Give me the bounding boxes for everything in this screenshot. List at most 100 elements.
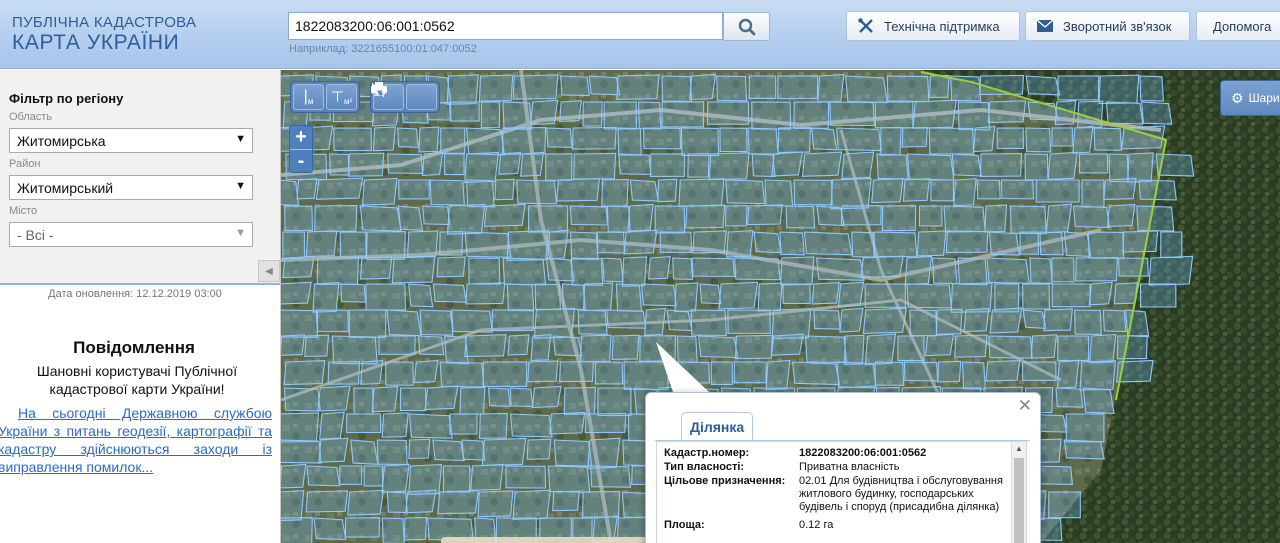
parcel-outline[interactable] bbox=[381, 463, 410, 493]
parcel-outline[interactable] bbox=[527, 360, 559, 383]
parcel-outline[interactable] bbox=[601, 178, 629, 207]
parcel-outline[interactable] bbox=[359, 205, 402, 232]
parcel-outline[interactable] bbox=[840, 205, 882, 226]
parcel-outline[interactable] bbox=[881, 205, 917, 232]
parcel-outline[interactable] bbox=[548, 411, 586, 435]
parcel-outline[interactable] bbox=[283, 387, 321, 412]
parcel-outline[interactable] bbox=[353, 387, 374, 415]
parcel-outline[interactable] bbox=[450, 101, 480, 122]
parcel-outline[interactable] bbox=[327, 360, 361, 385]
parcel-outline[interactable] bbox=[1057, 335, 1090, 362]
parcel-outline[interactable] bbox=[1079, 360, 1117, 391]
parcel-outline[interactable] bbox=[559, 100, 583, 122]
parcel-outline[interactable] bbox=[281, 463, 307, 489]
parcel-outline[interactable] bbox=[552, 490, 580, 512]
parcel-outline[interactable] bbox=[1045, 203, 1073, 234]
parcel-outline[interactable] bbox=[950, 282, 993, 313]
parcel-outline[interactable] bbox=[1057, 75, 1100, 101]
parcel-outline[interactable] bbox=[666, 309, 693, 332]
parcel-outline[interactable] bbox=[506, 230, 549, 262]
parcel-outline[interactable] bbox=[317, 385, 351, 412]
parcel-outline[interactable] bbox=[902, 178, 931, 202]
scrollbar-thumb[interactable] bbox=[1014, 458, 1024, 543]
zoom-in-button[interactable]: + bbox=[290, 126, 312, 149]
parcel-outline[interactable] bbox=[306, 465, 341, 487]
parcel-outline[interactable] bbox=[439, 231, 464, 256]
parcel-outline[interactable] bbox=[621, 256, 648, 287]
parcel-outline[interactable] bbox=[690, 309, 727, 337]
notice-link[interactable]: На сьогодні Державною службою України з … bbox=[0, 404, 272, 476]
parcel-outline[interactable] bbox=[680, 127, 720, 157]
parcel-outline[interactable] bbox=[594, 361, 624, 385]
parcel-outline[interactable] bbox=[616, 74, 660, 100]
parcel-outline[interactable] bbox=[391, 256, 436, 284]
parcel-outline[interactable] bbox=[874, 361, 905, 386]
parcel-outline[interactable] bbox=[545, 153, 573, 181]
parcel-outline[interactable] bbox=[751, 101, 792, 130]
parcel-outline[interactable] bbox=[678, 178, 725, 207]
parcel-outline[interactable] bbox=[718, 281, 759, 310]
parcel-outline[interactable] bbox=[1022, 283, 1051, 310]
parcel-outline[interactable] bbox=[305, 490, 349, 513]
parcel-outline[interactable] bbox=[1107, 204, 1136, 227]
parcel-outline[interactable] bbox=[830, 177, 872, 210]
parcel-outline[interactable] bbox=[803, 231, 853, 256]
parcel-outline[interactable] bbox=[531, 385, 562, 409]
parcel-outline[interactable] bbox=[333, 127, 372, 152]
parcel-outline[interactable] bbox=[1087, 231, 1125, 259]
parcel-outline[interactable] bbox=[491, 309, 534, 332]
parcel-outline[interactable] bbox=[346, 413, 382, 434]
parcel-outline[interactable] bbox=[468, 257, 501, 285]
parcel-outline[interactable] bbox=[985, 360, 1021, 382]
parcel-outline[interactable] bbox=[699, 283, 722, 305]
parcel-outline[interactable] bbox=[735, 334, 773, 360]
parcel-outline[interactable] bbox=[569, 231, 599, 261]
parcel-outline[interactable] bbox=[502, 257, 547, 286]
popup-scrollbar[interactable]: ▲ bbox=[1011, 442, 1026, 543]
parcel-outline[interactable] bbox=[512, 74, 559, 100]
parcel-outline[interactable] bbox=[793, 179, 833, 206]
parcel-outline[interactable] bbox=[444, 335, 469, 365]
parcel-outline[interactable] bbox=[408, 413, 454, 439]
parcel-outline[interactable] bbox=[1118, 257, 1149, 277]
parcel-outline[interactable] bbox=[347, 489, 385, 516]
parcel-outline[interactable] bbox=[407, 230, 439, 258]
parcel-outline[interactable] bbox=[837, 281, 865, 307]
parcel-outline[interactable] bbox=[748, 75, 777, 99]
parcel-outline[interactable] bbox=[935, 308, 963, 335]
parcel-outline[interactable] bbox=[545, 257, 575, 282]
parcel-outline[interactable] bbox=[1108, 153, 1129, 183]
parcel-outline[interactable] bbox=[451, 309, 493, 333]
parcel-outline[interactable] bbox=[281, 412, 320, 443]
parcel-outline[interactable] bbox=[304, 334, 330, 357]
parcel-outline[interactable] bbox=[361, 177, 398, 206]
parcel-outline[interactable] bbox=[534, 283, 562, 311]
parcel-outline[interactable] bbox=[988, 231, 1020, 256]
parcel-outline[interactable] bbox=[943, 205, 986, 233]
parcel-outline[interactable] bbox=[916, 230, 947, 257]
parcel-outline[interactable] bbox=[432, 283, 467, 303]
parcel-outline[interactable] bbox=[815, 257, 865, 281]
parcel-outline[interactable] bbox=[637, 101, 662, 130]
parcel-outline[interactable] bbox=[862, 307, 908, 334]
parcel-outline[interactable] bbox=[529, 99, 559, 126]
parcel-outline[interactable] bbox=[572, 517, 593, 539]
parcel-outline[interactable] bbox=[912, 99, 957, 129]
parcel-outline[interactable] bbox=[533, 307, 576, 339]
parcel-outline[interactable] bbox=[710, 361, 733, 385]
parcel-outline[interactable] bbox=[331, 335, 378, 365]
parcel-outline[interactable] bbox=[581, 490, 621, 518]
parcel-outline[interactable] bbox=[371, 386, 399, 413]
parcel-outline[interactable] bbox=[951, 153, 982, 177]
parcel-outline[interactable] bbox=[897, 335, 925, 362]
parcel-outline[interactable] bbox=[1022, 361, 1057, 381]
parcel-outline[interactable] bbox=[1072, 205, 1111, 228]
parcel-outline[interactable] bbox=[510, 413, 553, 438]
parcel-outline[interactable] bbox=[770, 333, 804, 356]
parcel-outline[interactable] bbox=[429, 179, 465, 206]
parcel-outline[interactable] bbox=[464, 231, 512, 258]
parcel-outline[interactable] bbox=[708, 152, 750, 181]
parcel-outline[interactable] bbox=[464, 334, 507, 358]
parcel-outline[interactable] bbox=[584, 412, 627, 434]
cadastral-search-input[interactable] bbox=[288, 12, 723, 40]
